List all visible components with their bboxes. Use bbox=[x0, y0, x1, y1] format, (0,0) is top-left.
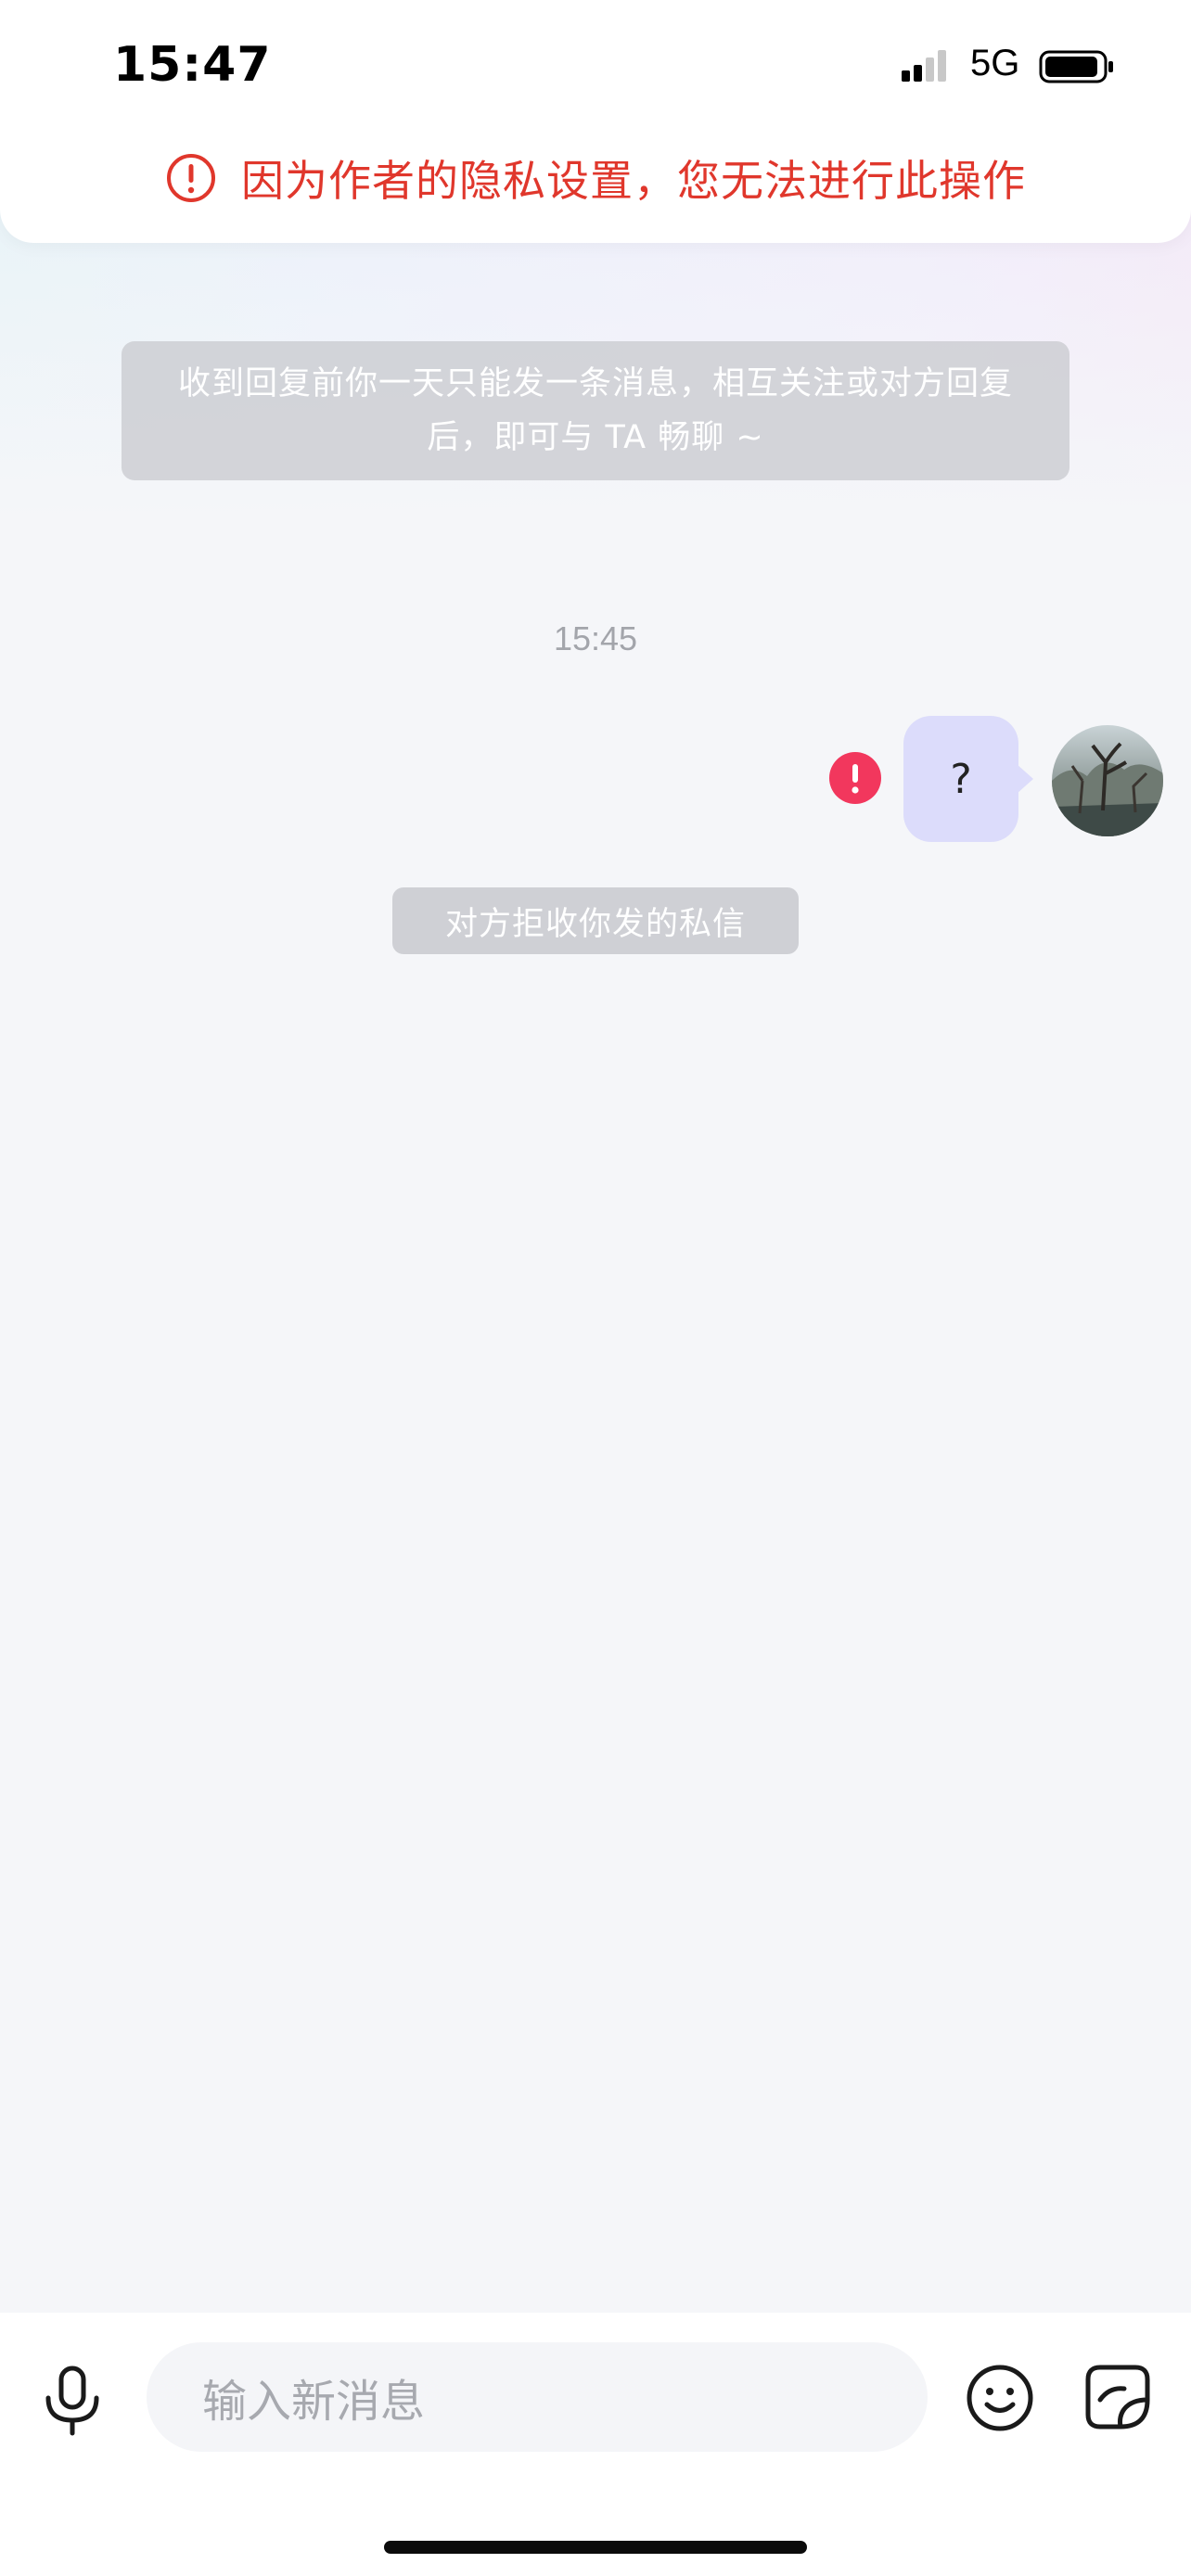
network-type: 5G bbox=[970, 43, 1020, 83]
message-timestamp: 15:45 bbox=[553, 619, 638, 657]
avatar-image bbox=[1052, 725, 1163, 836]
home-indicator[interactable] bbox=[384, 2541, 807, 2554]
signal-icon bbox=[902, 50, 946, 82]
notice-line-2: 后，即可与 TA 畅聊 ~ bbox=[427, 419, 764, 456]
toast-message: 因为作者的隐私设置，您无法进行此操作 bbox=[241, 156, 1026, 206]
alert-circle-icon bbox=[167, 154, 215, 202]
sent-message-bubble[interactable]: ? bbox=[903, 716, 1033, 842]
send-failed-icon[interactable] bbox=[829, 752, 881, 804]
exclamation-icon bbox=[852, 764, 859, 794]
emoji-icon[interactable] bbox=[965, 2363, 1035, 2433]
status-time: 15:47 bbox=[113, 37, 272, 93]
privacy-toast: 因为作者的隐私设置，您无法进行此操作 bbox=[0, 141, 1191, 215]
status-and-toast-panel: 15:47 5G 因为作者的隐私设置，您无法进行此操作 bbox=[0, 0, 1191, 243]
message-limit-notice: 收到回复前你一天只能发一条消息，相互关注或对方回复 后，即可与 TA 畅聊 ~ bbox=[122, 341, 1069, 480]
avatar[interactable] bbox=[1052, 725, 1163, 836]
system-message: 对方拒收你发的私信 bbox=[392, 887, 799, 954]
sticker-icon[interactable] bbox=[1083, 2363, 1152, 2431]
message-input[interactable]: 输入新消息 bbox=[147, 2342, 928, 2452]
battery-icon bbox=[1039, 50, 1113, 83]
notice-line-1: 收到回复前你一天只能发一条消息，相互关注或对方回复 bbox=[177, 365, 1013, 402]
microphone-icon[interactable] bbox=[39, 2363, 106, 2437]
